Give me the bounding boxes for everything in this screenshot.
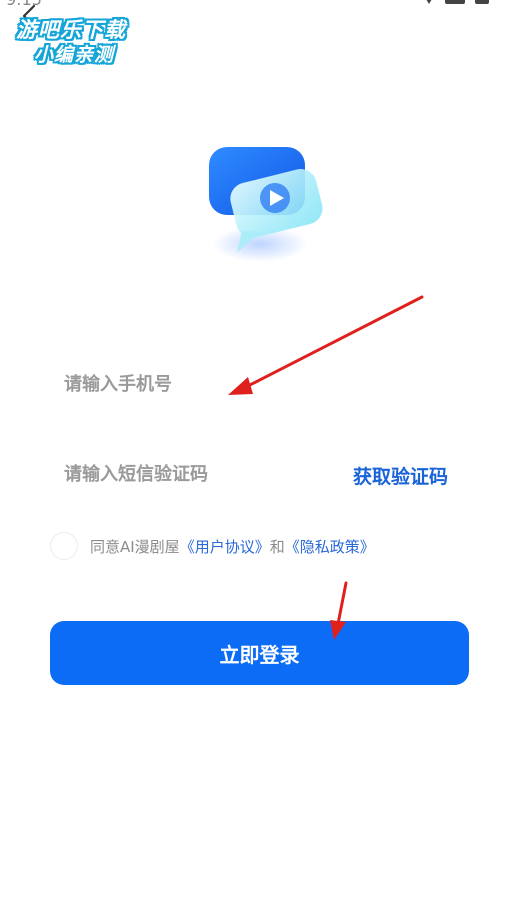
- get-code-button[interactable]: 获取验证码: [353, 460, 448, 490]
- video-play-logo-icon: [209, 147, 323, 262]
- agreement-prefix: 同意AI漫剧屋: [90, 537, 180, 556]
- agreement-row: 同意AI漫剧屋《用户协议》和《隐私政策》: [50, 530, 375, 562]
- agreement-and: 和: [269, 537, 285, 556]
- agreement-text: 同意AI漫剧屋《用户协议》和《隐私政策》: [90, 536, 375, 557]
- status-bar: 9:15: [0, 0, 511, 10]
- status-icons: [421, 0, 491, 6]
- agree-checkbox[interactable]: [50, 532, 78, 560]
- watermark-line-2: 小编亲测: [34, 44, 115, 66]
- code-field: [64, 450, 334, 498]
- phone-input[interactable]: [64, 360, 444, 408]
- privacy-policy-link[interactable]: 《隐私政策》: [285, 538, 375, 556]
- sms-code-input[interactable]: [64, 450, 334, 498]
- phone-field: [64, 360, 444, 408]
- user-agreement-link[interactable]: 《用户协议》: [180, 538, 270, 556]
- watermark: 游吧乐下载 小编亲测: [10, 10, 150, 66]
- app-logo: [196, 138, 336, 268]
- login-button[interactable]: 立即登录: [50, 621, 469, 685]
- signal-battery-icon: [426, 0, 489, 4]
